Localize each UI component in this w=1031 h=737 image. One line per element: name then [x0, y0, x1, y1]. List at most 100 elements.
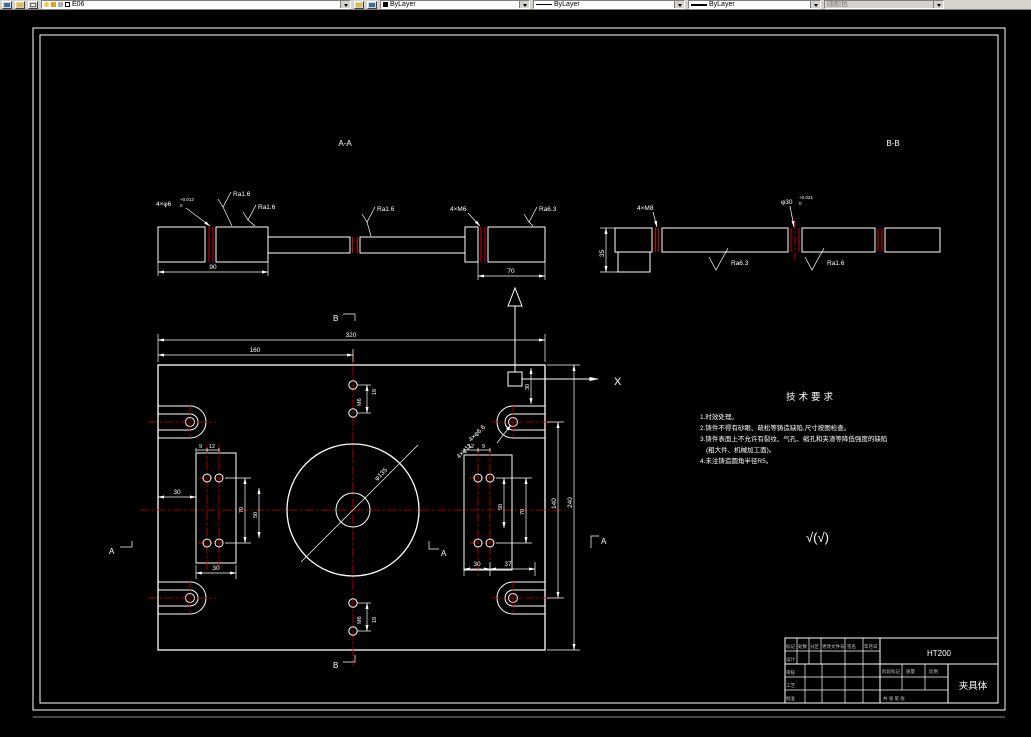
toolbar-layer-states-icon[interactable]: [367, 0, 377, 9]
dim-50-label: 50: [498, 504, 504, 510]
toolbar-previous-layer-icon[interactable]: [354, 0, 364, 9]
linetype-dropdown[interactable]: ByLayer: [533, 0, 685, 9]
lineweight-dropdown[interactable]: ByLayer: [688, 0, 821, 9]
cbore-label-1: 4×φ6.6: [467, 424, 487, 444]
tech-line-5: 4.未注铸造圆角半径R5。: [700, 456, 772, 465]
dim-70-label: 70: [507, 268, 515, 275]
dim-240-label: 240: [567, 497, 574, 508]
tech-line-3: 3.铸件表面上不允许有裂纹、气孔、缩孔和夹渣等降低强度的缺陷: [700, 434, 887, 443]
layer-dropdown[interactable]: E06: [41, 0, 351, 9]
tb-row-check: 审核: [786, 669, 795, 676]
color-dropdown-arrow-icon[interactable]: [519, 1, 529, 8]
tb-row-process: 工艺: [786, 683, 795, 688]
dim-37-label: 37: [504, 561, 512, 568]
technical-requirements: 技术要求 1.时效处理。 2.铸件不得有砂眼、疏松等铸造缺陷,尺寸按图检查。 3…: [700, 391, 887, 545]
section-marker-a-far-right: A: [601, 537, 607, 546]
tb-stage-label: 阶段标记: [882, 668, 900, 675]
layer-value: E06: [72, 0, 85, 8]
section-a-title: A-A: [338, 139, 352, 148]
section-a-view: A-A 4×φ6 +0.012 0 Ra1.6 Ra1.6 Ra1.6 4×M6: [156, 139, 557, 280]
dim-320-label: 320: [346, 332, 357, 339]
ra-right-label: Ra1.6: [827, 260, 845, 267]
tb-header-zone: 分区: [810, 643, 819, 650]
color-swatch-icon: [383, 2, 388, 7]
tb-row-design: 设计: [786, 656, 795, 663]
ra-label-4: Ra6.3: [539, 206, 557, 213]
section-marker-a-left: A: [109, 547, 115, 556]
color-value: ByLayer: [390, 0, 416, 8]
model-space-canvas[interactable]: A-A 4×φ6 +0.012 0 Ra1.6 Ra1.6 Ra1.6 4×M6: [0, 10, 1031, 732]
color-dropdown[interactable]: ByLayer: [380, 0, 530, 9]
layer-on-icon: [44, 2, 49, 7]
dim-30-label: 30: [473, 561, 481, 568]
tech-line-4: (粗大件、机械加工面)。: [706, 445, 775, 454]
surface-finish-note: √(√): [806, 530, 829, 545]
bore-dia-label: φ135: [373, 467, 389, 483]
ra-label-2: Ra1.6: [258, 204, 276, 211]
dim-18-label: 18: [372, 617, 378, 623]
lineweight-value: ByLayer: [709, 0, 735, 8]
dim-30-bottom-label: 30: [212, 565, 220, 572]
layer-dropdown-arrow-icon[interactable]: [340, 1, 350, 8]
ra-label-1: Ra1.6: [233, 191, 251, 198]
dim-50-label: 50: [253, 512, 259, 518]
surface-finish-icon: [708, 247, 729, 271]
toolbar-make-layer-icon[interactable]: [28, 0, 38, 9]
tb-header-count: 处数: [798, 643, 807, 650]
toolbar-layer-manager-icon[interactable]: [15, 0, 25, 9]
bore-callout-label: φ30: [781, 199, 793, 206]
thread-callout-label: 4×M8: [637, 205, 654, 212]
dim-90-label: 90: [209, 264, 217, 271]
dim-140-label: 140: [551, 498, 558, 509]
tech-line-2: 2.铸件不得有砂眼、疏松等铸造缺陷,尺寸按图检查。: [700, 423, 850, 432]
ra-label-3: Ra1.6: [377, 206, 395, 213]
tb-scale-label: 比例: [929, 668, 938, 675]
section-marker-b-top: B: [333, 314, 338, 323]
tb-header-date: 年月日: [864, 643, 878, 650]
bore-tolerance-sup: +0.021: [799, 195, 813, 200]
dim-30-side-label: 30: [173, 489, 181, 496]
ucs-y-arrow-icon: [507, 286, 523, 307]
m6-label: M6: [357, 398, 363, 406]
hole-tolerance-sub: 0: [180, 203, 183, 208]
section-marker-a-right: A: [441, 549, 447, 558]
section-b-title: B-B: [886, 139, 899, 148]
plan-view: φ135 9 12 70 50 30 30 12 9 50 70 30 37 M…: [109, 313, 607, 670]
toolbar-layers-icon[interactable]: [2, 0, 12, 9]
tb-part-name: 夹具体: [959, 680, 988, 692]
surface-finish-icon: [523, 206, 538, 223]
corner-slot-bottom-right: [492, 581, 556, 615]
ucs-icon: X: [507, 286, 622, 388]
hole-tolerance-sup: +0.012: [180, 197, 194, 202]
tech-line-1: 1.时效处理。: [700, 412, 738, 421]
lineweight-dropdown-arrow-icon[interactable]: [810, 1, 820, 8]
left-bolt-pattern: 9 12 70 50 30 30: [157, 444, 261, 579]
linetype-value: ByLayer: [554, 0, 580, 8]
linetype-dropdown-arrow-icon[interactable]: [674, 1, 684, 8]
thread-callout-label: 4×M6: [450, 206, 467, 213]
m6-label: M6: [357, 616, 363, 624]
dim-18-label: 18: [372, 389, 378, 395]
surface-finish-icon: [217, 191, 232, 208]
dim-9-label: 9: [482, 444, 485, 450]
layer-color-chip: [65, 2, 70, 7]
top-toolbar: E06 ByLayer ByLayer ByLayer 随颜色: [0, 0, 1031, 10]
corner-slot-top-right: [492, 405, 556, 439]
linetype-sample-icon: [536, 4, 552, 5]
cad-drawing: A-A 4×φ6 +0.012 0 Ra1.6 Ra1.6 Ra1.6 4×M6: [32, 27, 1006, 718]
tb-header-change: 更改文件号: [822, 643, 845, 650]
plotstyle-dropdown: 随颜色: [824, 0, 944, 9]
ucs-x-axis-label: X: [614, 376, 622, 388]
layer-freeze-icon: [51, 2, 56, 7]
plotstyle-dropdown-arrow-icon: [933, 1, 943, 8]
tb-row-approve: 批准: [786, 695, 795, 702]
tech-title: 技术要求: [786, 391, 836, 403]
section-marker-b-bottom: B: [333, 661, 338, 670]
tb-header-mark: 标记: [786, 643, 795, 650]
tb-material-value: HT200: [927, 649, 952, 658]
dim-35-label: 35: [599, 249, 606, 257]
plotstyle-value: 随颜色: [827, 0, 848, 8]
dim-9-label: 9: [199, 444, 202, 450]
lineweight-sample-icon: [691, 3, 707, 6]
dim-30-topright-label: 30: [525, 384, 531, 390]
